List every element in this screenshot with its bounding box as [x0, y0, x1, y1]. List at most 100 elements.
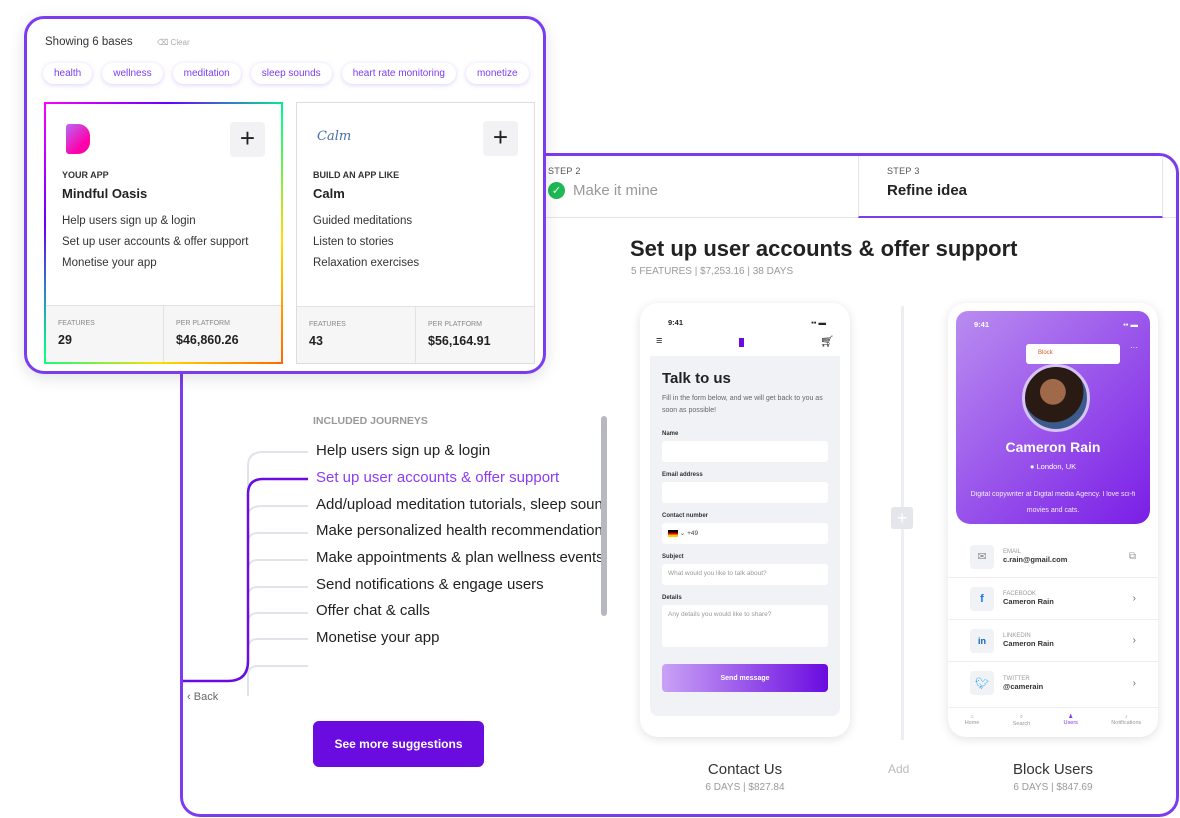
- step-number: STEP 3: [887, 166, 920, 176]
- feature-contact-us[interactable]: Contact Us 6 DAYS | $827.84: [645, 761, 845, 793]
- card-footer: FEATURES 29 PER PLATFORM $46,860.26: [46, 305, 281, 362]
- scrollbar[interactable]: [601, 416, 607, 616]
- journey-item[interactable]: Make appointments & plan wellness events: [316, 549, 606, 566]
- card-feature: Monetise your app: [62, 257, 157, 269]
- tab-step-2[interactable]: STEP 2 ✓ Make it mine: [548, 166, 658, 199]
- card-label: BUILD AN APP LIKE: [313, 170, 400, 180]
- nav-label: Notifications: [1111, 720, 1142, 726]
- card-feature: Set up user accounts & offer support: [62, 236, 249, 248]
- card-feature: Listen to stories: [313, 236, 394, 248]
- subject-label: Subject: [662, 554, 684, 560]
- step-number: STEP 2: [548, 166, 581, 176]
- tag-chip[interactable]: health: [43, 63, 92, 84]
- price-label: PER PLATFORM: [176, 320, 230, 327]
- feature-name: Contact Us: [707, 761, 783, 778]
- nav-search[interactable]: ⌕ Search: [1013, 714, 1030, 727]
- features-count: 29: [58, 333, 72, 347]
- status-time: 9:41: [668, 318, 684, 327]
- copy-icon[interactable]: ⧉: [1129, 551, 1136, 562]
- feature-block-users[interactable]: Block Users 6 DAYS | $847.69: [953, 761, 1153, 793]
- add-plus-icon[interactable]: +: [891, 507, 913, 529]
- form-heading: Talk to us: [662, 370, 731, 387]
- tag-chip[interactable]: meditation: [173, 63, 241, 84]
- card-label: YOUR APP: [62, 170, 109, 180]
- step-title: Refine idea: [887, 182, 968, 199]
- email-input[interactable]: [662, 482, 828, 503]
- location-text: London, UK: [1036, 462, 1077, 471]
- add-base-button[interactable]: +: [483, 121, 518, 156]
- card-app-name: Calm: [313, 186, 345, 201]
- subject-input[interactable]: What would you like to talk about?: [662, 564, 828, 585]
- step-title: Make it mine: [573, 182, 659, 199]
- mail-icon: ✉: [970, 544, 994, 569]
- more-icon[interactable]: ···: [1130, 343, 1138, 352]
- signal-battery-icon: ▪▪ ▬: [811, 318, 826, 327]
- see-more-suggestions-button[interactable]: See more suggestions: [313, 721, 484, 767]
- card-app-name: Mindful Oasis: [62, 186, 148, 201]
- journey-item[interactable]: Send notifications & engage users: [316, 576, 606, 593]
- price-label: PER PLATFORM: [428, 321, 482, 328]
- name-input[interactable]: [662, 441, 828, 462]
- details-label: Details: [662, 595, 682, 601]
- bases-panel: Showing 6 bases ⌫ Clear health wellness me…: [24, 16, 546, 374]
- journey-tree: [183, 451, 308, 696]
- contact-row-facebook[interactable]: f FACEBOOK Cameron Rain ›: [948, 578, 1158, 620]
- avatar: [1022, 364, 1090, 432]
- tag-chip[interactable]: monetize: [466, 63, 529, 84]
- germany-flag-icon: [668, 529, 678, 537]
- tag-chip[interactable]: sleep sounds: [251, 63, 332, 84]
- clear-label: Clear: [170, 38, 190, 47]
- send-message-button[interactable]: Send message: [662, 664, 828, 692]
- contact-row-email[interactable]: ✉ EMAIL c.rain@gmail.com ⧉: [948, 536, 1158, 578]
- hamburger-menu-icon: ≡: [656, 335, 663, 347]
- facebook-icon: f: [970, 586, 994, 611]
- nav-users[interactable]: ♟ Users: [1064, 714, 1078, 727]
- journey-item-active[interactable]: Set up user accounts & offer support: [316, 469, 606, 486]
- base-card-calm[interactable]: Calm + BUILD AN APP LIKE Calm Guided med…: [296, 102, 535, 364]
- journey-meta: 5 FEATURES | $7,253.16 | 38 DAYS: [631, 266, 794, 277]
- contact-row-linkedin[interactable]: in LINKEDIN Cameron Rain ›: [948, 620, 1158, 662]
- name-label: Name: [662, 431, 679, 437]
- contact-row-twitter[interactable]: 🐦︎ TWITTER @camerain ›: [948, 662, 1158, 704]
- linkedin-icon: in: [970, 628, 994, 653]
- logo-icon: [738, 338, 744, 347]
- email-label: Email address: [662, 472, 703, 478]
- bottom-nav: ⌂ Home ⌕ Search ♟ Users ♪ Notifications: [948, 707, 1158, 727]
- journey-item[interactable]: Make personalized health recommendations: [316, 522, 606, 539]
- search-icon: ⌕: [1019, 714, 1023, 720]
- chevron-right-icon: ›: [1132, 593, 1136, 604]
- journey-item[interactable]: Offer chat & calls: [316, 602, 606, 619]
- nav-notifications[interactable]: ♪ Notifications: [1111, 714, 1141, 727]
- feature-meta: 6 DAYS | $847.69: [1013, 782, 1093, 793]
- nav-label: Users: [1063, 720, 1078, 726]
- calm-logo: Calm: [317, 129, 352, 144]
- tab-step-3[interactable]: STEP 3 Refine idea: [858, 156, 1163, 218]
- nav-home[interactable]: ⌂ Home: [965, 714, 980, 727]
- nav-label: Home: [964, 720, 980, 726]
- add-label[interactable]: Add: [888, 762, 909, 776]
- journey-item[interactable]: Help users sign up & login: [316, 442, 606, 459]
- dial-code: +49: [687, 530, 699, 537]
- profile-header: 9:41 ▪▪ ▬ ··· Block Cameron Rain ● Londo…: [956, 311, 1150, 524]
- back-link[interactable]: ‹ Back: [187, 691, 218, 703]
- tag-chip[interactable]: heart rate monitoring: [342, 63, 456, 84]
- journey-item[interactable]: Add/upload meditation tutorials, sleep s…: [316, 496, 606, 513]
- clear-button[interactable]: ⌫ Clear: [157, 38, 190, 47]
- contact-list: ✉ EMAIL c.rain@gmail.com ⧉ f FACEBOOK Cameron…: [948, 536, 1158, 704]
- base-card-your-app[interactable]: + YOUR APP Mindful Oasis Help users sign…: [44, 102, 283, 364]
- feature-name: Block Users: [1012, 761, 1094, 778]
- location-pin-icon: ●: [1029, 462, 1037, 471]
- tag-chip[interactable]: wellness: [102, 63, 162, 84]
- signal-battery-icon: ▪▪ ▬: [1123, 320, 1138, 329]
- row-value: @camerain: [1003, 681, 1044, 691]
- card-feature: Guided meditations: [313, 215, 413, 227]
- details-textarea[interactable]: Any details you would like to share?: [662, 605, 828, 647]
- features-count: 43: [309, 334, 323, 348]
- row-value: Cameron Rain: [1003, 639, 1054, 648]
- card-footer: FEATURES 43 PER PLATFORM $56,164.91: [297, 306, 534, 363]
- phone-input[interactable]: ⌄ +49: [662, 523, 828, 544]
- features-label: FEATURES: [309, 321, 346, 328]
- add-base-button[interactable]: +: [230, 122, 265, 157]
- journey-item[interactable]: Monetise your app: [316, 629, 606, 646]
- block-menu-item[interactable]: Block: [1026, 344, 1120, 364]
